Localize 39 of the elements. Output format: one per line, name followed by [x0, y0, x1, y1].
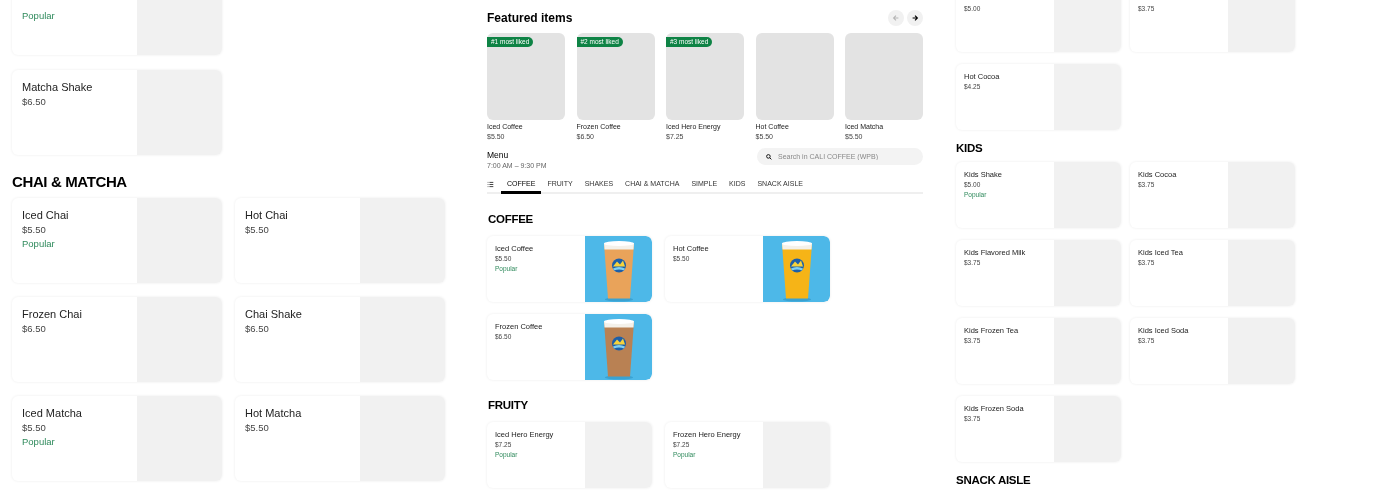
item-card[interactable]: Iced Chai $5.50 Popular	[12, 198, 222, 283]
item-name: Iced Matcha	[22, 406, 83, 421]
item-name: Frozen Chai	[22, 307, 83, 322]
search-icon	[766, 153, 772, 160]
item-price: $5.50	[245, 421, 270, 435]
section-heading: CHAI & MATCHA	[12, 171, 127, 192]
item-price: $6.50	[245, 322, 270, 336]
section-heading: SNACK AISLE	[956, 473, 1031, 488]
item-name: Hot Chai	[245, 208, 289, 223]
item-name: Iced Chai	[22, 208, 70, 223]
item-price: $6.50	[22, 322, 47, 336]
popular-label: Popular	[22, 9, 56, 22]
arrow-left-icon	[892, 14, 900, 22]
section-heading: COFFEE	[488, 213, 533, 225]
list-icon[interactable]	[487, 181, 494, 188]
item-card[interactable]: Hot Chai $5.50	[235, 198, 445, 283]
item-price: $6.50	[22, 95, 47, 109]
menu-title: Menu	[487, 150, 510, 161]
featured-tile[interactable]	[755, 33, 834, 120]
section-heading: KIDS	[956, 141, 983, 156]
item-card[interactable]: Popular	[12, 0, 222, 55]
item-card[interactable]: Frozen Chai $6.50	[12, 297, 222, 382]
item-card[interactable]: Matcha Shake $6.50	[12, 70, 222, 155]
item-card[interactable]: Hot Matcha $5.50	[235, 396, 445, 481]
item-card[interactable]: Chai Shake $6.50	[235, 297, 445, 382]
item-name: Chai Shake	[245, 307, 303, 322]
item-price: $5.50	[245, 223, 270, 237]
next-button[interactable]	[907, 10, 923, 26]
popular-label: Popular	[22, 237, 56, 250]
section-heading: FRUITY	[488, 399, 528, 411]
featured-tile[interactable]	[845, 33, 923, 120]
item-price: $5.50	[22, 223, 47, 237]
item-name: Hot Matcha	[245, 406, 303, 421]
arrow-right-icon	[911, 14, 919, 22]
popular-label: Popular	[22, 435, 56, 448]
item-name: Matcha Shake	[22, 80, 94, 95]
item-price: $5.50	[22, 421, 47, 435]
item-card[interactable]: Iced Matcha $5.50 Popular	[12, 396, 222, 481]
featured-title: Featured items	[487, 10, 573, 27]
